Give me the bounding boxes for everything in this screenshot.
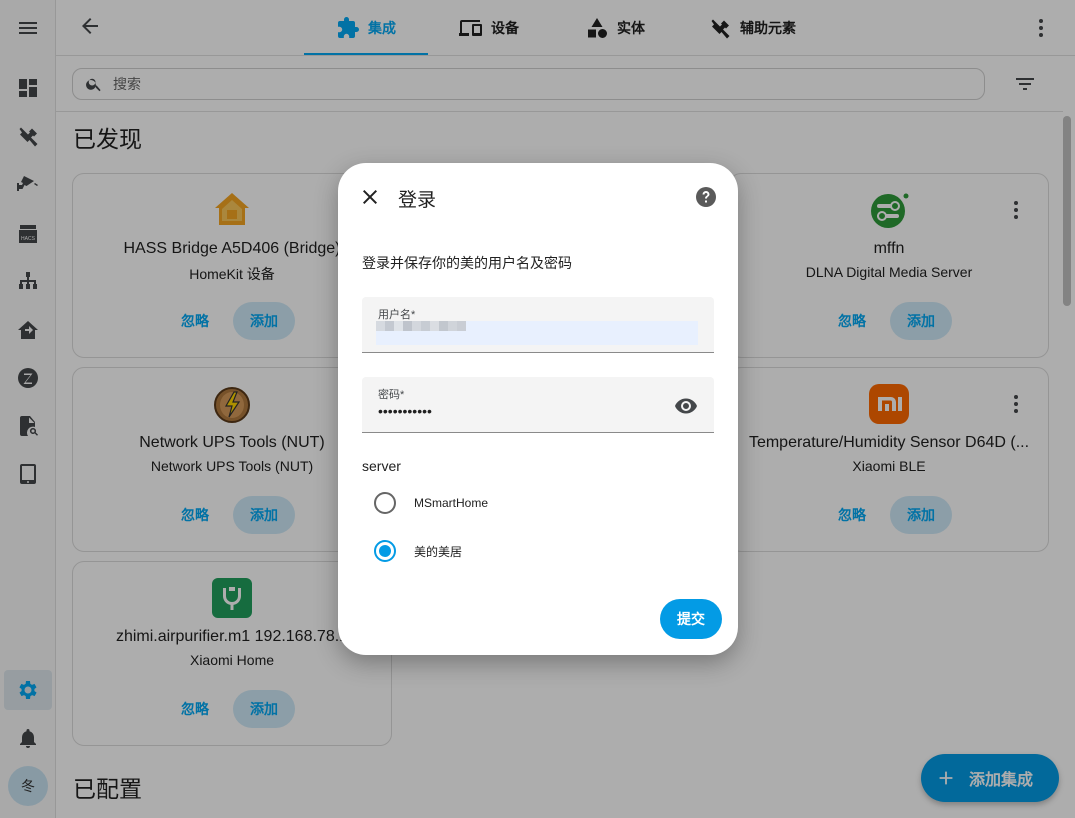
username-field: 用户名* <box>362 297 714 353</box>
radio-label: 美的美居 <box>414 544 463 559</box>
submit-button[interactable]: 提交 <box>660 599 722 639</box>
radio-button[interactable] <box>374 492 396 514</box>
password-input[interactable]: ••••••••••• <box>378 403 432 419</box>
help-icon[interactable] <box>694 185 718 209</box>
field-label: 密码* <box>378 389 405 401</box>
radio-option-meiju[interactable]: 美的美居 <box>374 539 462 563</box>
radio-label: MSmartHome <box>414 496 489 510</box>
server-label: server <box>362 458 401 474</box>
eye-icon[interactable] <box>674 394 698 418</box>
radio-button[interactable] <box>374 540 396 562</box>
login-dialog: 登录 登录并保存你的美的用户名及密码 用户名* 密码* ••••••••••• … <box>338 163 738 655</box>
dialog-description: 登录并保存你的美的用户名及密码 <box>362 255 572 271</box>
dialog-title: 登录 <box>398 190 437 211</box>
username-redacted <box>376 321 466 341</box>
password-field: 密码* ••••••••••• <box>362 377 714 433</box>
close-icon[interactable] <box>358 185 382 209</box>
field-label: 用户名* <box>378 309 416 321</box>
radio-option-msmarthome[interactable]: MSmartHome <box>374 491 488 515</box>
